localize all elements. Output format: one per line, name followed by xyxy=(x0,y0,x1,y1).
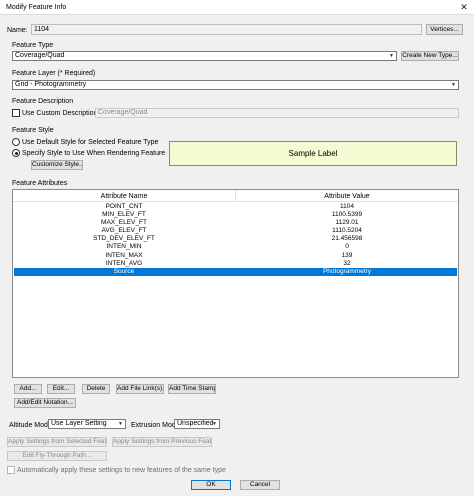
add-file-links-button[interactable]: Add File Link(s)... xyxy=(116,384,164,394)
attribute-value: 1110.5204 xyxy=(332,227,362,235)
extrusion-mode-value: Unspecified xyxy=(177,420,214,427)
attribute-name: INTEN_AVG xyxy=(105,259,143,267)
feature-type-label: Feature Type xyxy=(12,42,54,49)
chevron-down-icon: ▼ xyxy=(118,421,123,427)
attribute-value: 1100.5399 xyxy=(331,211,363,219)
attribute-name: AVG_ELEV_FT xyxy=(101,227,147,235)
table-row[interactable]: MAX_ELEV_FT 1129.01 xyxy=(14,219,457,227)
attribute-name: MIN_ELEV_FT xyxy=(102,211,146,219)
feature-layer-label: Feature Layer (* Required) xyxy=(12,70,96,77)
attribute-name: INTEN_MAX xyxy=(105,251,143,259)
altitude-mode-select[interactable]: Use Layer Setting ▼ xyxy=(48,419,126,429)
add-edit-notation-button[interactable]: Add/Edit Notation... xyxy=(14,398,76,408)
column-header-name[interactable]: Attribute Name xyxy=(13,193,235,200)
close-icon[interactable]: ✕ xyxy=(458,2,470,13)
column-header-value[interactable]: Attribute Value xyxy=(236,193,458,200)
table-row[interactable]: MIN_ELEV_FT 1100.5399 xyxy=(14,211,457,219)
attribute-value: 139 xyxy=(341,251,353,259)
apply-from-previous-button[interactable]: Apply Settings from Previous Feature xyxy=(112,437,212,447)
sample-label-preview: Sample Label xyxy=(169,141,457,166)
add-attribute-button[interactable]: Add... xyxy=(14,384,42,394)
feature-type-value: Coverage/Quad xyxy=(15,52,65,59)
create-new-type-button[interactable]: Create New Type... xyxy=(401,51,459,61)
attribute-value: 21.456598 xyxy=(331,235,363,243)
name-label: Name: xyxy=(7,27,28,34)
auto-apply-label: Automatically apply these settings to ne… xyxy=(17,467,226,474)
edit-attribute-button[interactable]: Edit... xyxy=(47,384,75,394)
window-title: Modify Feature Info xyxy=(6,4,67,11)
table-row[interactable]: INTEN_AVG 32 xyxy=(14,260,457,268)
extrusion-mode-select[interactable]: Unspecified ▼ xyxy=(174,419,220,429)
table-row-selected[interactable]: Source Photogrammetry xyxy=(14,267,457,276)
chevron-down-icon: ▼ xyxy=(389,53,394,59)
table-row[interactable]: AVG_ELEV_FT 1110.5204 xyxy=(14,227,457,235)
delete-attribute-button[interactable]: Delete xyxy=(82,384,110,394)
table-row[interactable]: STD_DEV_ELEV_FT 21.456598 xyxy=(14,235,457,243)
specify-style-radio[interactable] xyxy=(12,149,20,157)
feature-layer-value: Grid - Photogrammetry xyxy=(15,81,87,88)
apply-from-selected-button[interactable]: Apply Settings from Selected Feature xyxy=(7,437,107,447)
table-row[interactable]: POINT_CNT 1104 xyxy=(14,203,457,211)
table-row[interactable]: INTEN_MAX 139 xyxy=(14,252,457,260)
attribute-name: MAX_ELEV_FT xyxy=(101,219,147,227)
default-style-radio[interactable] xyxy=(12,138,20,146)
cancel-button[interactable]: Cancel xyxy=(240,480,280,490)
attribute-name: POINT_CNT xyxy=(105,203,143,210)
custom-description-label: Use Custom Description: xyxy=(22,110,100,117)
attribute-name: STD_DEV_ELEV_FT xyxy=(93,235,155,243)
feature-description-label: Feature Description xyxy=(12,98,74,105)
attribute-name: Source xyxy=(113,267,135,275)
attribute-value: Photogrammetry xyxy=(322,267,372,275)
auto-apply-checkbox[interactable] xyxy=(7,466,15,474)
altitude-mode-value: Use Layer Setting xyxy=(51,420,107,427)
attributes-table[interactable]: Attribute Name Attribute Value POINT_CNT… xyxy=(12,189,459,378)
ok-button[interactable]: OK xyxy=(191,480,231,490)
chevron-down-icon: ▼ xyxy=(212,421,217,427)
attribute-value: 1129.01 xyxy=(335,219,359,227)
custom-description-checkbox[interactable] xyxy=(12,109,20,117)
table-header: Attribute Name Attribute Value xyxy=(13,190,458,202)
feature-attributes-label: Feature Attributes xyxy=(12,180,68,187)
chevron-down-icon: ▼ xyxy=(451,82,456,88)
name-field[interactable]: 1104 xyxy=(31,24,422,35)
specify-style-label: Specify Style to Use When Rendering Feat… xyxy=(22,150,166,157)
title-bar: Modify Feature Info ✕ xyxy=(0,0,474,15)
feature-style-label: Feature Style xyxy=(12,127,54,134)
attribute-value: 1104 xyxy=(340,203,354,210)
edit-fly-through-button[interactable]: Edit Fly-Through Path... xyxy=(7,451,107,461)
attribute-value: 32 xyxy=(343,259,351,267)
customize-style-button[interactable]: Customize Style... xyxy=(31,160,83,170)
default-style-label: Use Default Style for Selected Feature T… xyxy=(22,139,159,146)
attribute-value: 0 xyxy=(345,243,349,251)
feature-type-select[interactable]: Coverage/Quad ▼ xyxy=(12,51,397,61)
table-body: POINT_CNT 1104 MIN_ELEV_FT 1100.5399 MAX_E… xyxy=(14,203,457,276)
vertices-button[interactable]: Vertices... xyxy=(426,24,463,35)
table-row[interactable]: INTEN_MIN 0 xyxy=(14,243,457,251)
add-time-stamp-button[interactable]: Add Time Stamp xyxy=(168,384,216,394)
custom-description-field[interactable]: Coverage/Quad xyxy=(95,108,459,118)
attribute-name: INTEN_MIN xyxy=(106,243,142,251)
feature-layer-select[interactable]: Grid - Photogrammetry ▼ xyxy=(12,80,459,90)
